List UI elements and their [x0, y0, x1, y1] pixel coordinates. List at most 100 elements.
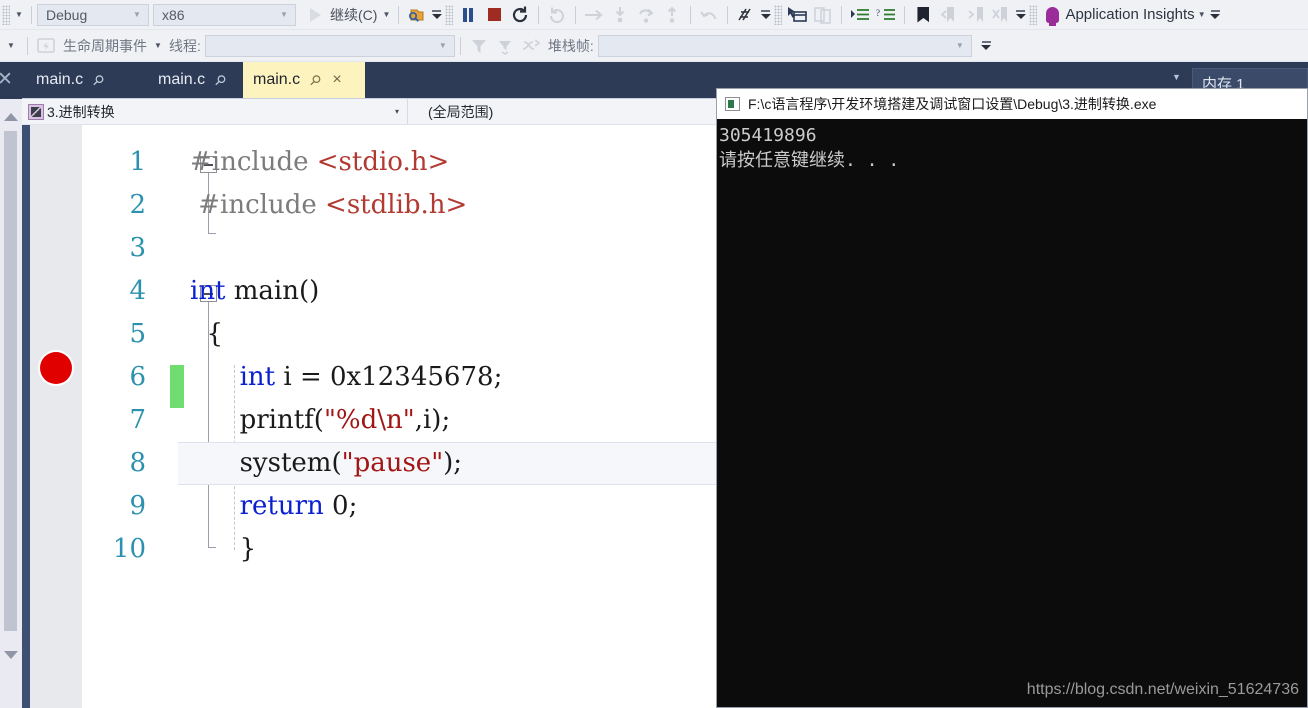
- step-out-up-icon[interactable]: [659, 3, 685, 27]
- console-window-titlebar[interactable]: F:\c语言程序\开发环境搭建及调试窗口设置\Debug\3.进制转换.exe: [717, 89, 1307, 119]
- line-number: 5: [129, 319, 146, 349]
- line-number: 2: [129, 190, 146, 220]
- line-number: 3: [129, 233, 146, 263]
- line-number: 6: [129, 362, 146, 392]
- toolbar-overflow-button[interactable]: [430, 3, 443, 27]
- visual-studio-window: ▼ Debug ▼ x86 ▼ 继续(C) ▼ ? Application In…: [0, 0, 1308, 708]
- lifecycle-events-icon[interactable]: [33, 34, 59, 58]
- tab-overflow-caret-icon[interactable]: ▼: [1172, 72, 1181, 82]
- toolbar-separator: [31, 5, 32, 24]
- clear-bookmarks-icon[interactable]: [988, 3, 1014, 27]
- line-number-gutter: 1 2 3 4 5 6 7 8 9 10: [82, 125, 156, 708]
- editor-tab-label: main.c: [253, 71, 301, 88]
- bookmark-icon[interactable]: [910, 3, 936, 27]
- stackframe-label: 堆栈帧:: [547, 37, 594, 54]
- solution-platform-combo[interactable]: x86 ▼: [153, 3, 296, 26]
- next-bookmark-icon[interactable]: [962, 3, 988, 27]
- breakpoint-marker-icon[interactable]: [40, 352, 72, 384]
- editor-tab-3-active[interactable]: main.c ⚲ ×: [243, 62, 365, 98]
- thread-combo[interactable]: ▼: [204, 34, 455, 57]
- lifecycle-events-caret-icon[interactable]: ▼: [151, 34, 165, 58]
- lifecycle-events-label[interactable]: 生命周期事件: [59, 36, 151, 56]
- toolbar-dropdown-caret-icon[interactable]: ▼: [12, 3, 26, 27]
- step-over-arrow-icon[interactable]: [581, 3, 607, 27]
- chevron-down-icon: ▼: [280, 10, 288, 19]
- close-icon[interactable]: ✕: [0, 68, 13, 91]
- line-number: 7: [129, 405, 146, 435]
- toolbar-overflow-button[interactable]: [759, 3, 772, 27]
- attach-to-process-icon[interactable]: [404, 3, 430, 27]
- project-scope-dropdown[interactable]: 3.进制转换 ▾: [22, 99, 408, 124]
- console-window[interactable]: F:\c语言程序\开发环境搭建及调试窗口设置\Debug\3.进制转换.exe …: [716, 88, 1308, 708]
- toolbar-separator: [904, 5, 906, 24]
- undo-icon[interactable]: [696, 3, 722, 27]
- close-icon[interactable]: ×: [332, 71, 341, 89]
- chevron-down-icon: ▼: [438, 41, 447, 50]
- toolbar-separator: [575, 5, 577, 24]
- console-output: 305419896 请按任意键继续. . .: [717, 119, 1307, 173]
- scrollbar-thumb[interactable]: [4, 131, 17, 631]
- line-number: 9: [129, 491, 146, 521]
- stop-debugging-icon[interactable]: [481, 3, 507, 27]
- debug-toolbar: ▼ Debug ▼ x86 ▼ 继续(C) ▼ ? Application In…: [0, 0, 1308, 30]
- pin-icon[interactable]: ⚲: [89, 70, 108, 89]
- lightbulb-icon[interactable]: [1039, 3, 1065, 27]
- restart-debugging-icon[interactable]: [507, 3, 533, 27]
- comment-lines-icon[interactable]: ?: [873, 3, 899, 27]
- toolbar-gripper[interactable]: [1029, 4, 1038, 25]
- flatten-callstack-icon[interactable]: [518, 34, 544, 58]
- stackframe-combo[interactable]: ▼: [597, 34, 972, 57]
- step-into-icon[interactable]: [607, 3, 633, 27]
- line-number: 4: [129, 276, 146, 306]
- break-all-pause-icon[interactable]: [455, 3, 481, 27]
- increase-indent-icon[interactable]: [847, 3, 873, 27]
- toolbar-overflow-button[interactable]: [1209, 3, 1222, 27]
- filter-clear-icon[interactable]: [492, 34, 518, 58]
- copy-window-icon[interactable]: [810, 3, 836, 27]
- toolbar-row2-caret-icon[interactable]: ▼: [0, 34, 22, 58]
- scroll-down-arrow-icon[interactable]: [4, 651, 18, 659]
- line-number: 8: [129, 448, 146, 478]
- pin-icon[interactable]: ⚲: [211, 70, 230, 89]
- editor-tab-label: main.c: [36, 71, 84, 88]
- console-window-title: F:\c语言程序\开发环境搭建及调试窗口设置\Debug\3.进制转换.exe: [748, 96, 1157, 112]
- chevron-down-icon: ▼: [955, 41, 964, 50]
- hexadecimal-display-icon[interactable]: [733, 3, 759, 27]
- solution-platform-value: x86: [162, 6, 185, 23]
- editor-tab-1[interactable]: main.c ⚲: [26, 62, 148, 98]
- toolbar-gripper[interactable]: [774, 4, 783, 25]
- toolbar-overflow-button[interactable]: [1014, 3, 1027, 27]
- line-number: 1: [129, 147, 146, 177]
- chevron-down-icon[interactable]: ▾: [395, 107, 407, 116]
- member-scope-label: (全局范围): [428, 103, 494, 120]
- chevron-down-icon: ▼: [133, 10, 141, 19]
- previous-bookmark-icon[interactable]: [936, 3, 962, 27]
- continue-button-label[interactable]: 继续(C): [328, 5, 379, 25]
- continue-dropdown-caret-icon[interactable]: ▼: [379, 3, 393, 27]
- step-out-curve-icon[interactable]: [633, 3, 659, 27]
- breakpoint-margin[interactable]: [30, 125, 82, 708]
- toolbar-separator: [727, 5, 729, 24]
- toolbar-separator: [27, 36, 28, 55]
- line-number: 10: [112, 534, 146, 564]
- toolbar-separator: [841, 5, 843, 24]
- toolbar-gripper[interactable]: [445, 4, 454, 25]
- project-icon: [28, 103, 44, 120]
- toolbar-separator: [398, 5, 400, 24]
- toolbar-overflow-button[interactable]: [980, 34, 993, 58]
- editor-vertical-scrollbar[interactable]: [0, 99, 22, 708]
- debug-location-toolbar: ▼ 生命周期事件 ▼ 线程: ▼ 堆栈帧: ▼: [0, 30, 1308, 62]
- line-change-marker: [170, 365, 184, 408]
- application-insights-caret-icon[interactable]: ▼: [1195, 3, 1209, 27]
- toolbar-gripper[interactable]: [2, 4, 10, 25]
- solution-configuration-combo[interactable]: Debug ▼: [37, 3, 149, 26]
- start-debugging-play-icon[interactable]: [302, 3, 328, 27]
- project-scope-label: 3.进制转换: [47, 103, 115, 120]
- pin-icon[interactable]: ⚲: [306, 70, 325, 89]
- toolbar-separator: [690, 5, 692, 24]
- new-window-pointer-icon[interactable]: [784, 3, 810, 27]
- scroll-up-arrow-icon[interactable]: [4, 113, 18, 121]
- application-insights-label[interactable]: Application Insights: [1065, 6, 1194, 23]
- filter-icon[interactable]: [466, 34, 492, 58]
- show-next-statement-icon[interactable]: [544, 3, 570, 27]
